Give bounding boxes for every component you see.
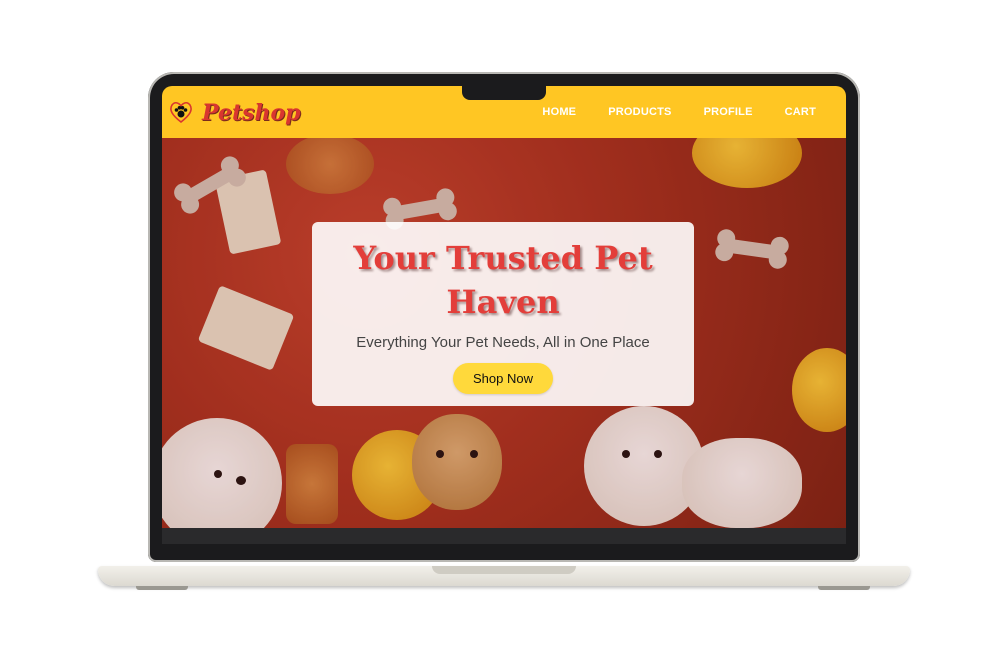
camera-notch bbox=[462, 86, 546, 100]
laptop-mockup: Petshop HOME PRODUCTS PROFILE CART Your … bbox=[0, 0, 1000, 666]
laptop-foot bbox=[136, 586, 188, 590]
brand-name[interactable]: Petshop bbox=[202, 100, 301, 126]
nav-item-cart[interactable]: CART bbox=[785, 106, 816, 118]
hero-subtitle: Everything Your Pet Needs, All in One Pl… bbox=[356, 334, 650, 351]
nav-item-products[interactable]: PRODUCTS bbox=[608, 106, 671, 118]
laptop-opening-groove bbox=[432, 566, 576, 574]
hero-card: Your Trusted Pet Haven Everything Your P… bbox=[312, 222, 694, 406]
paw-heart-icon[interactable] bbox=[168, 100, 194, 124]
nav-item-home[interactable]: HOME bbox=[542, 106, 576, 118]
laptop-screen: Petshop HOME PRODUCTS PROFILE CART Your … bbox=[162, 86, 846, 528]
laptop-chin bbox=[162, 528, 846, 544]
laptop-foot bbox=[818, 586, 870, 590]
nav-item-profile[interactable]: PROFILE bbox=[704, 106, 753, 118]
hero-section: Your Trusted Pet Haven Everything Your P… bbox=[162, 138, 846, 528]
hero-title: Your Trusted Pet Haven bbox=[353, 239, 653, 321]
shop-now-button[interactable]: Shop Now bbox=[453, 363, 553, 394]
main-nav: HOME PRODUCTS PROFILE CART bbox=[542, 86, 846, 138]
